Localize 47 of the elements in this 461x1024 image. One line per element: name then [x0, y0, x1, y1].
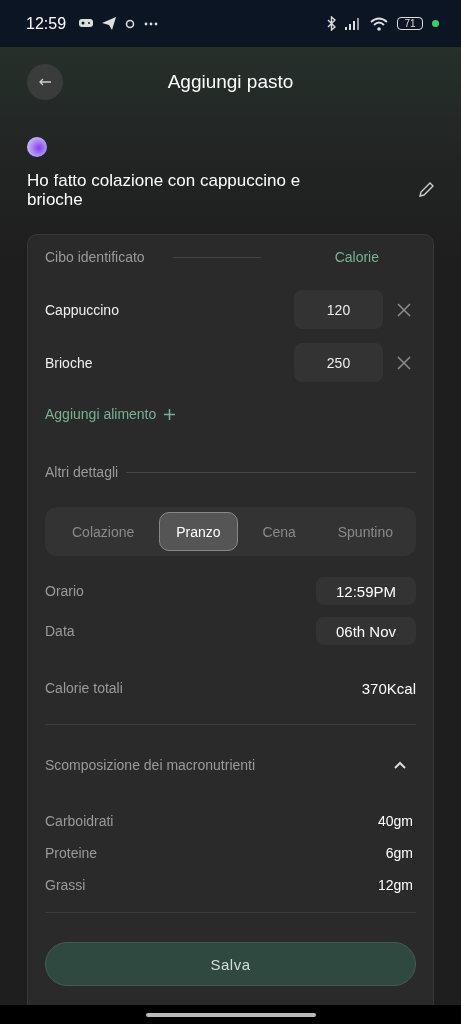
- indicator-dot-icon: [432, 20, 439, 27]
- calorie-field[interactable]: 250: [294, 343, 383, 382]
- meal-tab[interactable]: Pranzo: [159, 512, 238, 551]
- food-name: Cappuccino: [45, 301, 120, 318]
- meal-tab[interactable]: Colazione: [55, 512, 152, 551]
- picker-field[interactable]: 12:59PM: [316, 577, 416, 605]
- save-button[interactable]: Salva: [45, 942, 416, 986]
- page-title: Aggiungi pasto: [167, 70, 294, 94]
- chevron-up-icon[interactable]: [394, 760, 406, 770]
- bluetooth-icon: [327, 16, 336, 31]
- arrow-left-icon: [39, 78, 51, 86]
- macro-value: 6gm: [385, 845, 413, 861]
- total-value: 370Kcal: [361, 679, 416, 697]
- add-food-button[interactable]: Aggiungi alimento: [45, 402, 176, 426]
- home-handle[interactable]: [145, 1012, 316, 1017]
- plus-icon: [164, 408, 176, 420]
- field-label: Data: [45, 623, 75, 639]
- signal-icon: [345, 17, 361, 30]
- close-icon[interactable]: [397, 302, 411, 317]
- macro-label: Carboidrati: [45, 813, 114, 829]
- paper-plane-icon: [102, 17, 117, 30]
- column-header: Cibo identificato: [45, 249, 145, 265]
- meal-tab[interactable]: Cena: [245, 512, 313, 551]
- prompt-text: Ho fatto colazione con cappuccino e brioche: [27, 171, 302, 209]
- macro-value: 12gm: [377, 877, 413, 893]
- circle-icon: [125, 18, 136, 29]
- section-title: Altri dettagli: [45, 464, 119, 480]
- total-label: Calorie totali: [45, 680, 123, 696]
- food-name: Brioche: [45, 354, 94, 371]
- field-label: Orario: [45, 583, 84, 599]
- macro-value: 40gm: [377, 813, 413, 829]
- status-time: 12:59: [26, 14, 67, 33]
- section-title: Scomposizione dei macronutrienti: [45, 757, 256, 773]
- battery-icon: 71: [397, 17, 423, 30]
- close-icon[interactable]: [397, 355, 411, 370]
- orb-icon: [27, 137, 47, 157]
- pencil-icon[interactable]: [418, 182, 434, 198]
- meal-tab[interactable]: Spuntino: [320, 512, 410, 551]
- picker-field[interactable]: 06th Nov: [316, 617, 416, 645]
- column-header: Calorie: [334, 249, 379, 265]
- back-button[interactable]: [27, 64, 63, 100]
- macro-label: Proteine: [45, 845, 98, 861]
- calorie-field[interactable]: 120: [294, 290, 383, 329]
- wifi-icon: [370, 16, 388, 31]
- game-controller-icon: [79, 18, 94, 29]
- more-dots-icon: [144, 21, 159, 26]
- macro-label: Grassi: [45, 877, 86, 893]
